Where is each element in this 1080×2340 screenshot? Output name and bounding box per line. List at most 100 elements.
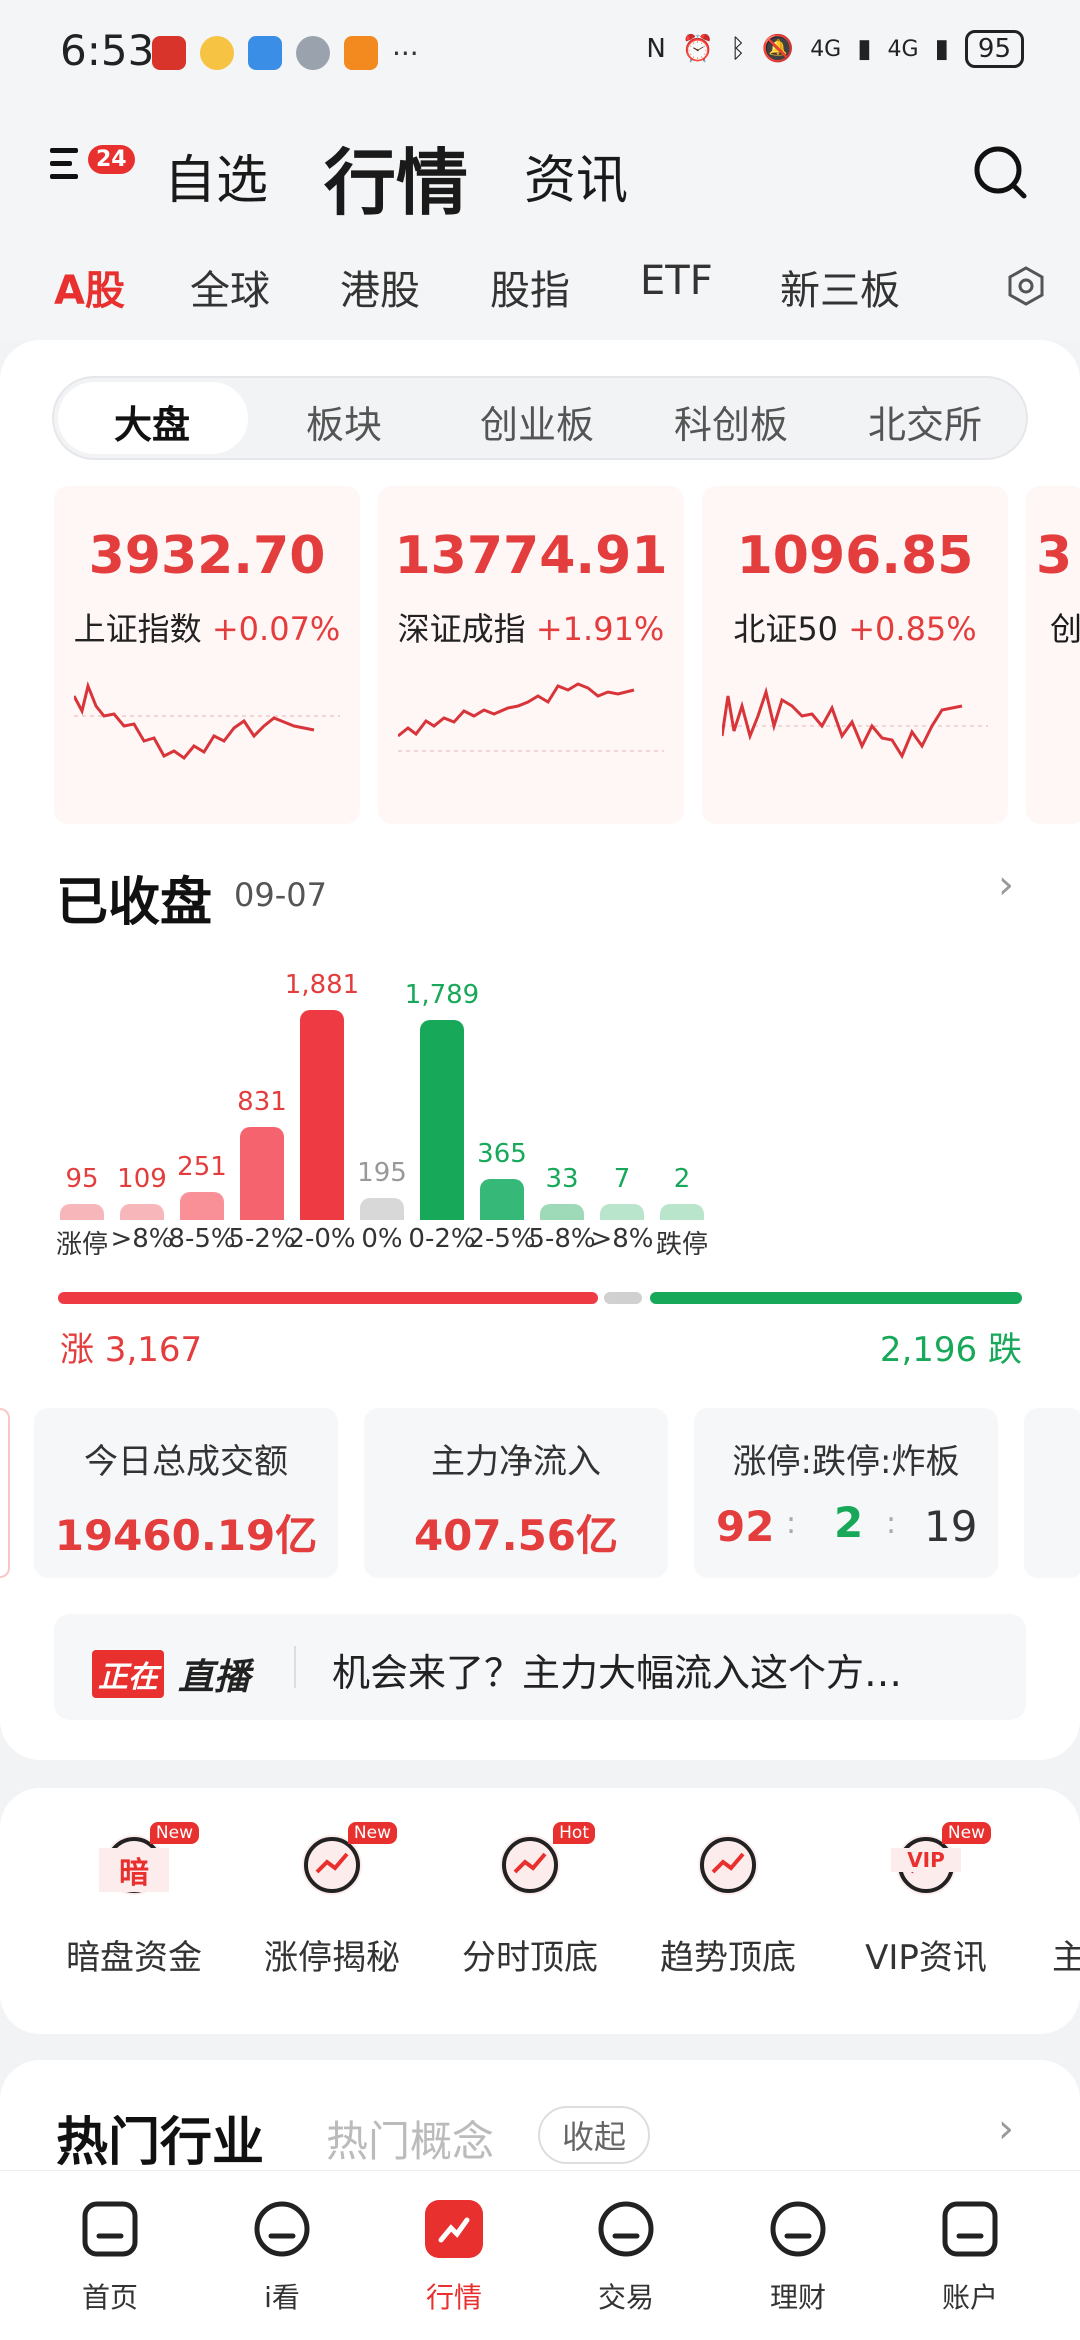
tool-more-tool[interactable]: 主 [1052, 1830, 1080, 1979]
market-tab-index[interactable]: 股指 [490, 258, 570, 316]
index-sparkline [74, 681, 340, 761]
live-tag-broadcast: 直播 [178, 1657, 251, 1698]
stat-turnover[interactable]: 今日总成交额 19460.19亿 [34, 1408, 338, 1578]
mute-icon: 🔕 [761, 34, 795, 64]
nav-label: i看 [264, 2281, 300, 2314]
ratio-colon: : [886, 1506, 897, 1541]
video-app-icon [344, 36, 378, 70]
market-closed-title: 已收盘 [56, 873, 213, 933]
tab-news[interactable]: 资讯 [524, 138, 628, 213]
hot-industry-tab[interactable]: 热门行业 [56, 2100, 264, 2175]
tool-limit-up[interactable]: New 涨停揭秘 [242, 1822, 422, 1979]
stat-limit-ratio[interactable]: 涨停:跌停:炸板 92 : 2 : 19 [694, 1408, 998, 1578]
tool-intraday[interactable]: Hot 分时顶底 [440, 1822, 620, 1979]
more-notifications: ··· [392, 36, 419, 70]
tool-trend[interactable]: 趋势顶底 [638, 1830, 818, 1979]
segment-sector[interactable]: 板块 [306, 394, 382, 449]
chevron-right-icon[interactable]: › [998, 2106, 1014, 2152]
nav-home[interactable]: 首页 [50, 2196, 170, 2316]
segment-chinext[interactable]: 创业板 [480, 394, 594, 449]
distribution-bar [120, 1204, 164, 1220]
nav-play[interactable]: i看 [222, 2196, 342, 2316]
market-tab-a-share[interactable]: A股 [54, 258, 125, 316]
limit-up-count: 92 [716, 1502, 775, 1551]
stat-label: 涨停:跌停:炸板 [732, 1442, 960, 1482]
chevron-right-icon[interactable]: › [998, 862, 1014, 908]
status-right: N ⏰ ᛒ 🔕 4G ▮ 4G ▮ 95 [646, 30, 1024, 68]
hot-concept-tab[interactable]: 热门概念 [326, 2108, 494, 2169]
tool-badge: New [941, 1822, 991, 1844]
menu-badge: 24 [88, 145, 135, 174]
distribution-bar [60, 1204, 104, 1220]
nav-label: 交易 [597, 2281, 654, 2314]
live-divider [294, 1646, 296, 1688]
index-value: 3932.70 [88, 526, 326, 586]
segment-bse[interactable]: 北交所 [868, 394, 982, 449]
index-card-chinext[interactable]: 3 创 [1026, 486, 1080, 824]
nav-trade[interactable]: 交易 [566, 2196, 686, 2316]
segment-overview[interactable]: 大盘 [114, 394, 190, 449]
distribution-bar [480, 1179, 524, 1220]
index-name: 创 [1050, 610, 1080, 648]
vip-icon: VIP New [891, 1822, 991, 1900]
nav-account[interactable]: 账户 [910, 2196, 1030, 2316]
home-icon [77, 2196, 143, 2262]
live-tag-now: 正在 [92, 1650, 164, 1698]
collapse-button[interactable]: 收起 [538, 2106, 651, 2164]
tool-badge: New [149, 1822, 199, 1844]
nfc-icon: N [646, 34, 666, 64]
index-value: 3 [1036, 526, 1073, 586]
signal-1: 4G [810, 36, 842, 62]
market-icon [421, 2196, 487, 2262]
market-tab-etf[interactable]: ETF [640, 258, 713, 304]
nav-market[interactable]: 行情 [394, 2196, 514, 2316]
account-icon [937, 2196, 1003, 2262]
settings-icon[interactable] [1006, 266, 1046, 306]
nav-label: 首页 [81, 2281, 138, 2314]
rise-fall-distribution[interactable]: 95 涨停 109 >8% 251 8-5% 831 5-2% 1,881 2-0% 195 0% 1,… [0, 960, 1080, 1260]
live-title[interactable]: 机会来了？主力大幅流入这个方… [332, 1642, 972, 1697]
stat-more[interactable] [1024, 1408, 1080, 1578]
fall-total: 2,196 跌 [879, 1330, 1022, 1370]
ratio-colon: : [786, 1506, 797, 1541]
index-card-sz[interactable]: 13774.91 深证成指 +1.91% [378, 486, 684, 824]
distribution-bar-group: 2 跌停 [642, 960, 722, 1260]
tool-label: 分时顶底 [462, 1938, 598, 1978]
segment-star[interactable]: 科创板 [674, 394, 788, 449]
fall-ratio-bar [650, 1292, 1022, 1304]
rise-ratio-bar [58, 1292, 598, 1304]
index-card-bj50[interactable]: 1096.85 北证50 +0.85% [702, 486, 1008, 824]
battery: 95 [964, 30, 1024, 68]
market-tab-hk[interactable]: 港股 [340, 258, 420, 316]
limit-up-icon: New [297, 1822, 397, 1900]
tab-watchlist[interactable]: 自选 [164, 138, 268, 213]
alarm-icon: ⏰ [681, 34, 715, 64]
intraday-icon: Hot [495, 1822, 595, 1900]
tool-badge: New [347, 1822, 397, 1844]
status-app-icons: ··· [152, 36, 419, 70]
trade-icon [593, 2196, 659, 2262]
tool-label: 涨停揭秘 [264, 1938, 400, 1978]
market-tab-global[interactable]: 全球 [190, 258, 270, 316]
distribution-bar [600, 1204, 644, 1220]
market-tab-neeq[interactable]: 新三板 [780, 258, 900, 316]
search-icon[interactable] [972, 144, 1028, 200]
distribution-bar [180, 1191, 224, 1220]
tool-dark-pool[interactable]: 暗 New 暗盘资金 [44, 1822, 224, 1979]
nav-label: 行情 [425, 2281, 482, 2314]
nav-wealth[interactable]: 理财 [738, 2196, 858, 2316]
distribution-bar [660, 1204, 704, 1220]
distribution-bar [360, 1198, 404, 1220]
stat-edge-left [0, 1408, 10, 1578]
stat-net-inflow[interactable]: 主力净流入 407.56亿 [364, 1408, 668, 1578]
wallet-app-icon [248, 36, 282, 70]
tool-glyph: VIP [891, 1848, 961, 1872]
index-card-sh[interactable]: 3932.70 上证指数 +0.07% [54, 486, 360, 824]
distribution-bar [240, 1127, 284, 1220]
distribution-bar [540, 1204, 584, 1220]
dark-pool-icon: 暗 New [99, 1822, 199, 1900]
tab-market[interactable]: 行情 [324, 124, 468, 229]
tool-vip[interactable]: VIP New VIP资讯 [836, 1822, 1016, 1979]
nav-label: 账户 [941, 2281, 998, 2314]
signal-bars-1-icon: ▮ [857, 34, 872, 64]
